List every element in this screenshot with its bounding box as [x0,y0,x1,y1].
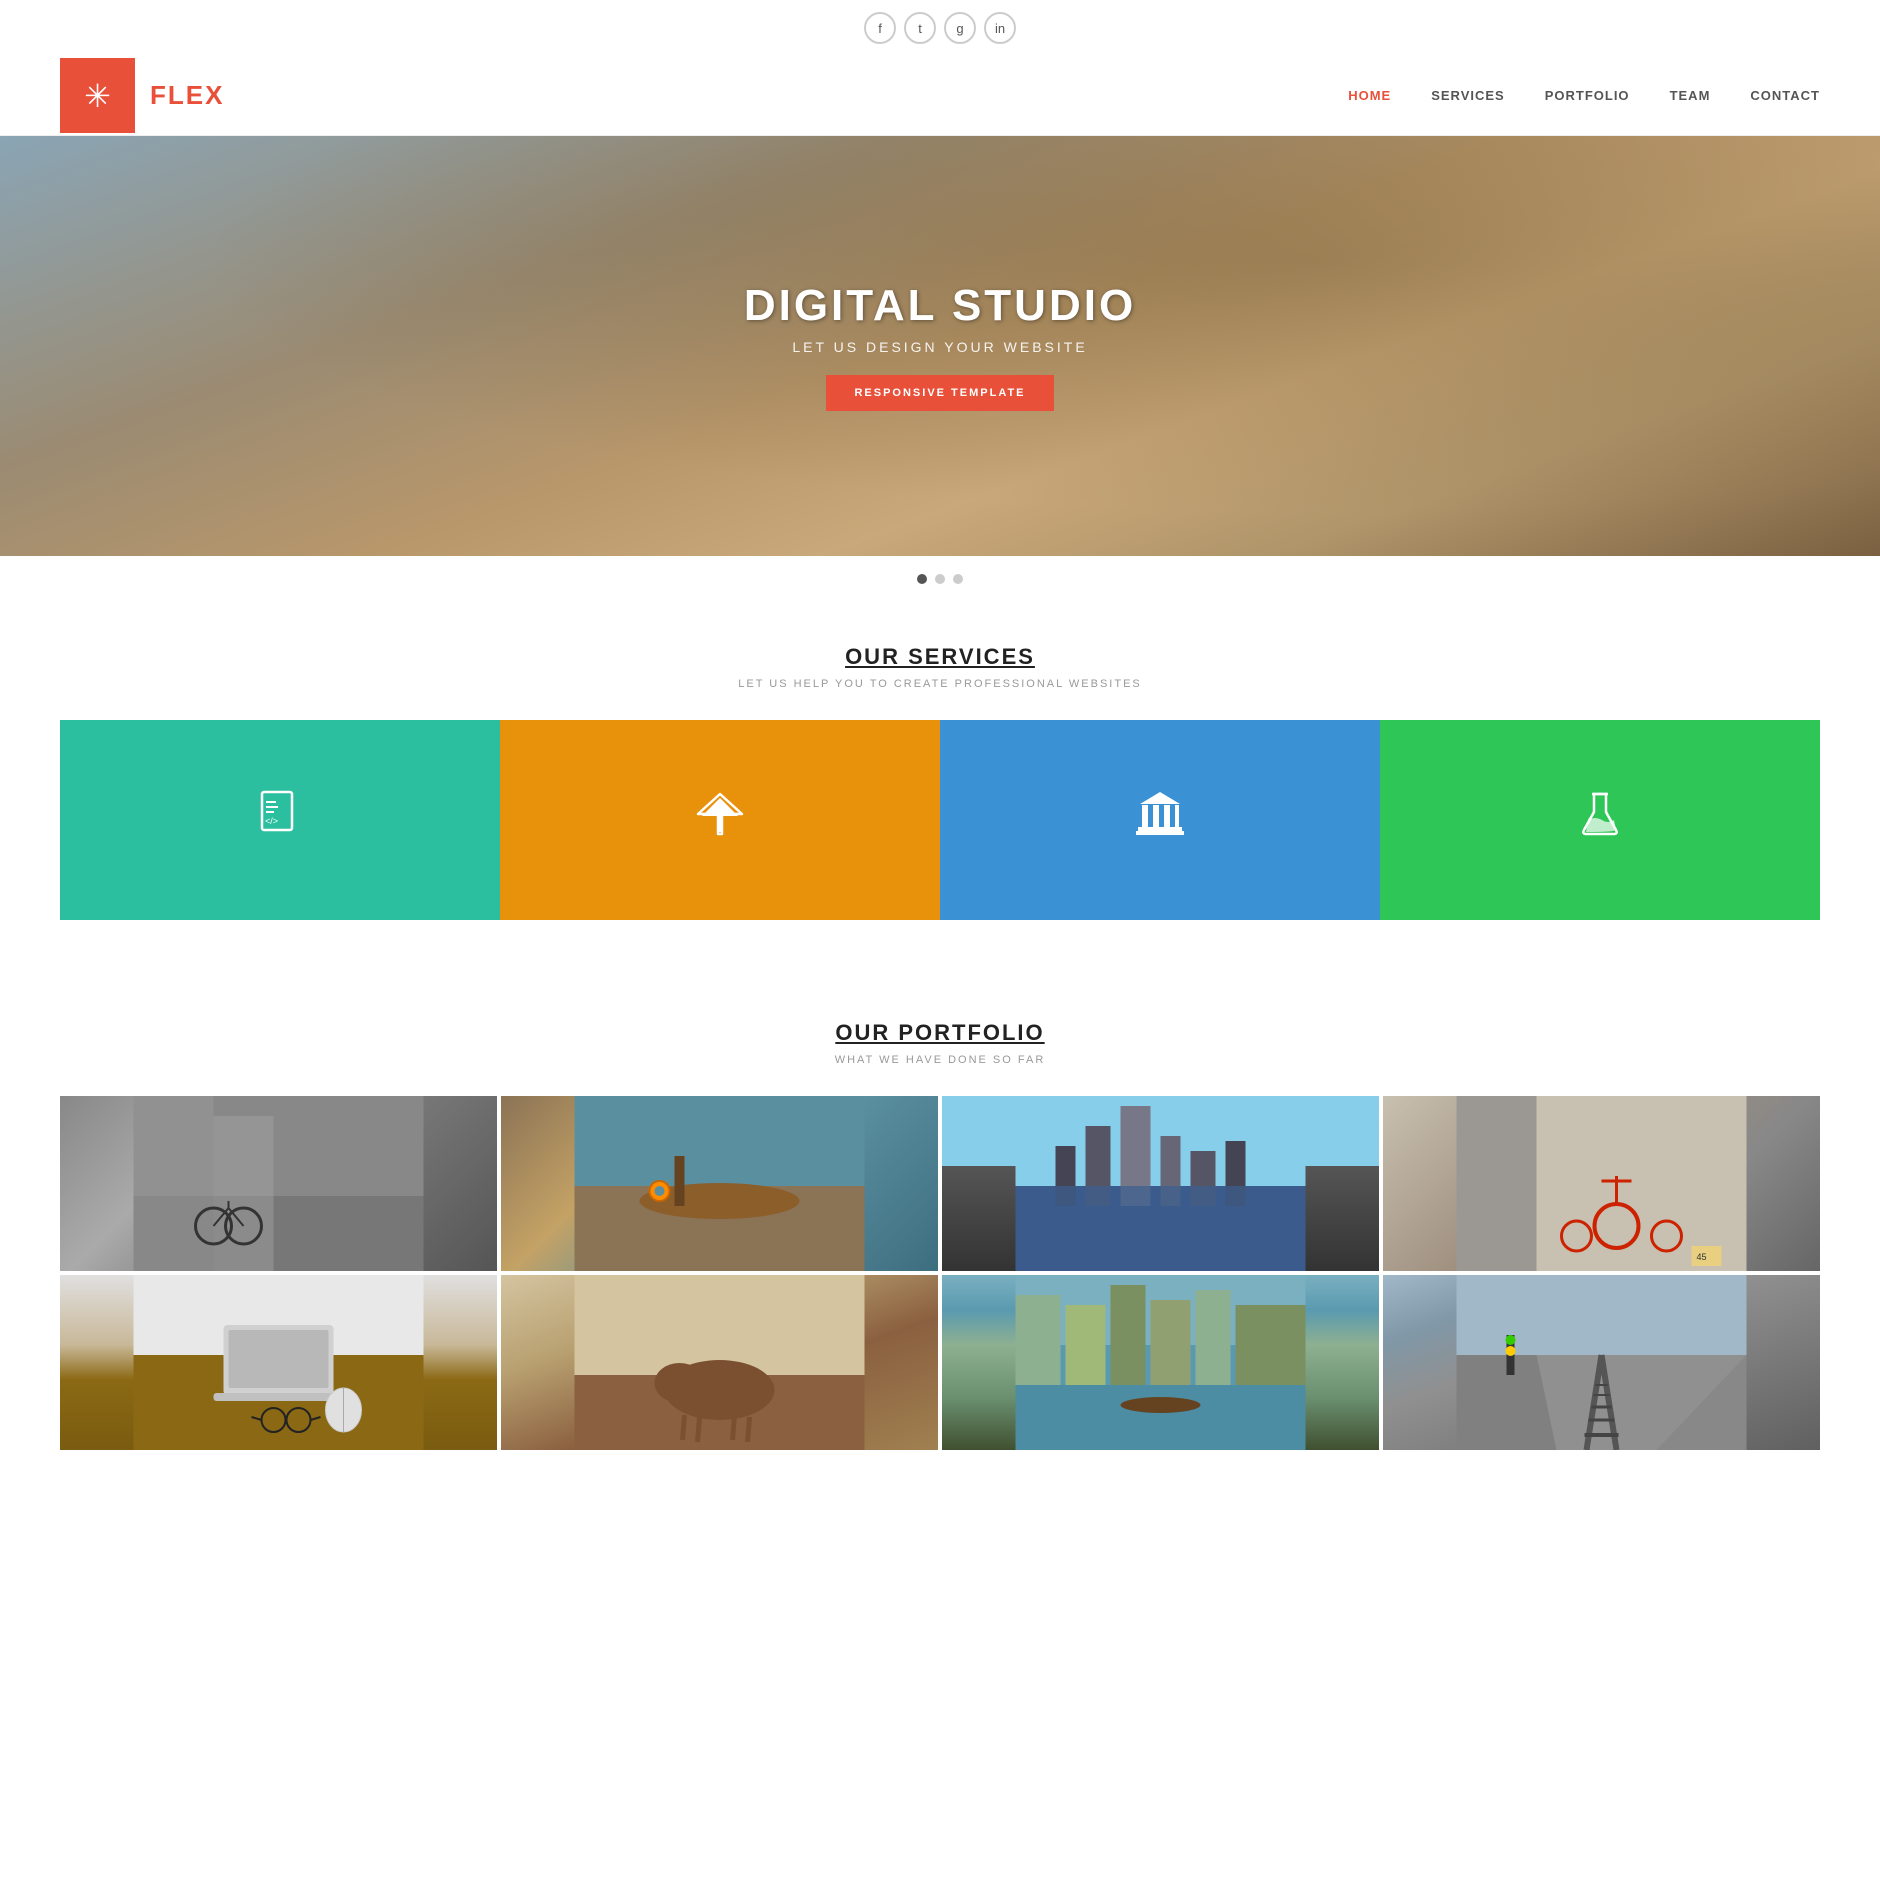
nav-links: HOME SERVICES PORTFOLIO TEAM CONTACT [1348,87,1820,105]
navbar: ✳ FLEX HOME SERVICES PORTFOLIO TEAM CONT… [0,56,1880,136]
portfolio-image-7 [942,1275,1379,1450]
portfolio-grid: 45 [60,1096,1820,1450]
portfolio-item-5[interactable] [60,1275,497,1450]
social-bar: f t g in [0,0,1880,56]
slider-dot-3[interactable] [953,574,963,584]
linkedin-icon[interactable]: in [984,12,1016,44]
logo-box: ✳ [60,58,135,133]
portfolio-image-8 [1383,1275,1820,1450]
portfolio-item-1[interactable] [60,1096,497,1271]
portfolio-subtitle: WHAT WE HAVE DONE SO FAR [60,1054,1820,1066]
portfolio-item-7[interactable] [942,1275,1379,1450]
portfolio-image-1 [60,1096,497,1271]
portfolio-image-6 [501,1275,938,1450]
service-card-institution[interactable] [940,720,1380,920]
google-icon[interactable]: g [944,12,976,44]
service-card-send[interactable] [500,720,940,920]
send-icon [694,788,746,852]
portfolio-item-6[interactable] [501,1275,938,1450]
portfolio-item-3[interactable] [942,1096,1379,1271]
svg-text:</>: </> [265,816,278,826]
facebook-icon[interactable]: f [864,12,896,44]
portfolio-image-2 [501,1096,938,1271]
portfolio-item-4[interactable]: 45 [1383,1096,1820,1271]
hero-section: DIGITAL STUDIO LET US DESIGN YOUR WEBSIT… [0,136,1880,556]
hero-cta-button[interactable]: RESPONSIVE TEMPLATE [826,375,1053,411]
portfolio-image-4: 45 [1383,1096,1820,1271]
portfolio-title: OUR PORTFOLIO [60,1020,1820,1046]
nav-portfolio[interactable]: PORTFOLIO [1545,88,1630,103]
portfolio-item-2[interactable] [501,1096,938,1271]
service-card-lab[interactable] [1380,720,1820,920]
institution-icon [1134,788,1186,852]
services-section: OUR SERVICES LET US HELP YOU TO CREATE P… [0,594,1880,970]
logo-text: FLEX [150,80,1348,111]
logo-icon: ✳ [84,80,111,112]
nav-home[interactable]: HOME [1348,88,1391,103]
slider-dot-1[interactable] [917,574,927,584]
twitter-icon[interactable]: t [904,12,936,44]
services-grid: </> [60,720,1820,920]
slider-dots [0,556,1880,594]
lab-icon [1574,788,1626,852]
hero-content: DIGITAL STUDIO LET US DESIGN YOUR WEBSIT… [744,281,1136,411]
portfolio-section: OUR PORTFOLIO WHAT WE HAVE DONE SO FAR [0,970,1880,1500]
services-title: OUR SERVICES [60,644,1820,670]
nav-contact[interactable]: CONTACT [1750,88,1820,103]
hero-subtitle: LET US DESIGN YOUR WEBSITE [744,339,1136,355]
hero-title: DIGITAL STUDIO [744,281,1136,331]
slider-dot-2[interactable] [935,574,945,584]
services-subtitle: LET US HELP YOU TO CREATE PROFESSIONAL W… [60,678,1820,690]
portfolio-image-5 [60,1275,497,1450]
service-card-code[interactable]: </> [60,720,500,920]
portfolio-image-3 [942,1096,1379,1271]
nav-services[interactable]: SERVICES [1431,88,1505,103]
svg-text:45: 45 [1697,1252,1707,1262]
code-icon: </> [254,788,306,852]
portfolio-item-8[interactable] [1383,1275,1820,1450]
nav-team[interactable]: TEAM [1670,88,1711,103]
